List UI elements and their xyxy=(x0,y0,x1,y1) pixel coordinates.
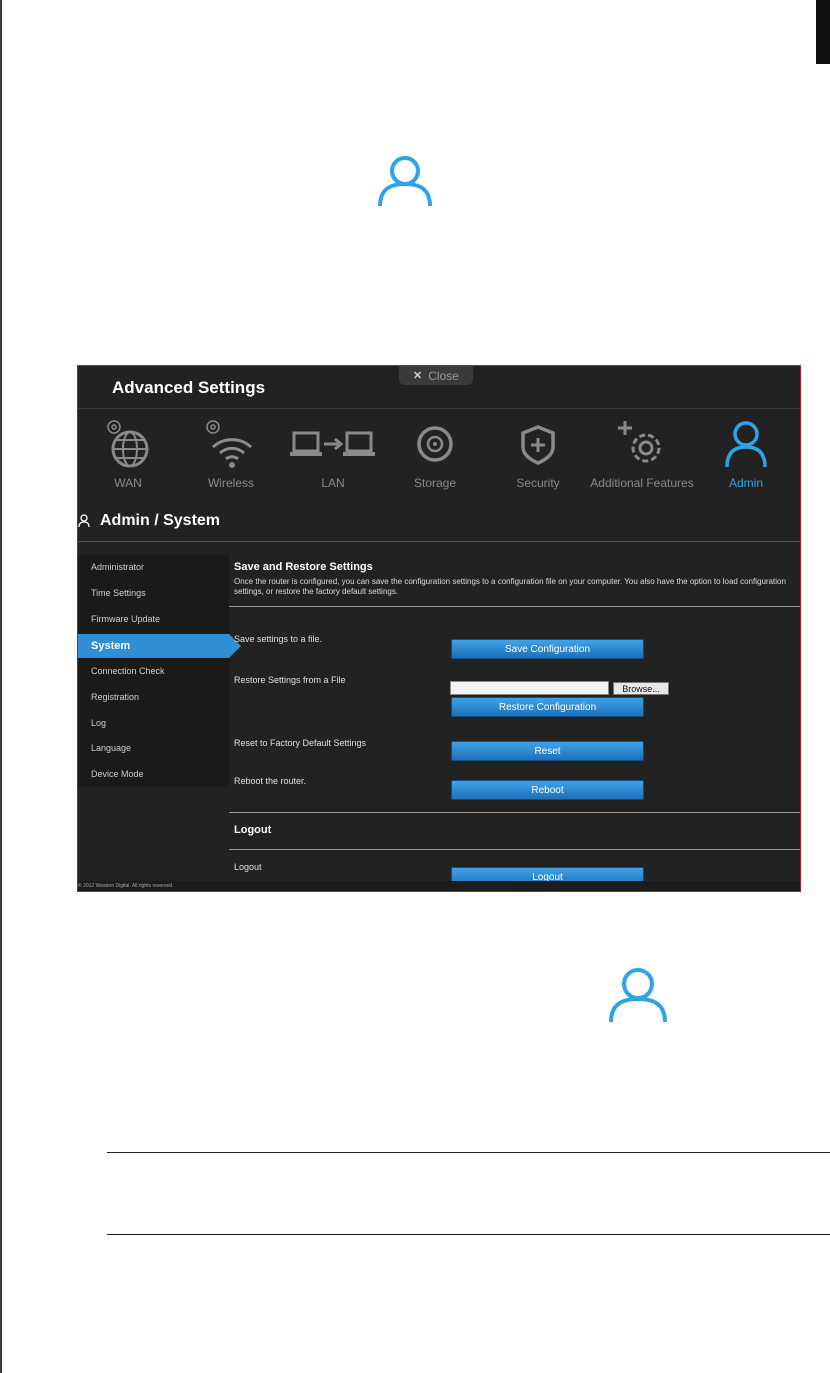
divider xyxy=(107,1152,830,1153)
sidebar-item-system[interactable]: System xyxy=(78,634,241,658)
page-heading-text: Admin / System xyxy=(100,512,221,529)
nav-label: Additional Features xyxy=(590,476,694,490)
disc-icon xyxy=(417,426,453,462)
reboot-label: Reboot the router. xyxy=(234,776,307,786)
restore-configuration-button[interactable]: Restore Configuration xyxy=(451,697,644,717)
close-label: Close xyxy=(428,368,459,383)
reset-label: Reset to Factory Default Settings xyxy=(234,738,367,748)
advanced-settings-panel: ✕ Close Advanced Settings WAN Wireless L… xyxy=(77,365,801,892)
shield-plus-icon xyxy=(521,425,555,465)
divider xyxy=(229,606,800,607)
nav-item-admin[interactable]: Admin xyxy=(691,409,800,495)
divider xyxy=(229,812,800,813)
divider xyxy=(78,541,800,542)
nav-item-security[interactable]: Security xyxy=(483,409,593,495)
admin-user-icon xyxy=(378,156,432,207)
panel-title: Advanced Settings xyxy=(112,378,266,397)
divider xyxy=(107,1234,830,1235)
computers-arrow-icon xyxy=(290,431,375,456)
save-settings-label: Save settings to a file. xyxy=(234,634,323,644)
nav-item-additional-features[interactable]: Additional Features xyxy=(587,409,697,495)
sidebar-item-connection-check[interactable]: Connection Check xyxy=(78,659,229,683)
user-icon xyxy=(78,514,90,528)
copyright-footer: © 2012 Western Digital. All rights reser… xyxy=(78,881,800,891)
sidebar-item-language[interactable]: Language xyxy=(78,736,229,760)
logout-title: Logout xyxy=(234,824,272,836)
sidebar-item-administrator[interactable]: Administrator xyxy=(78,555,229,579)
restore-file-input[interactable] xyxy=(450,681,609,695)
nav-label: LAN xyxy=(321,476,345,490)
page-left-border xyxy=(0,0,2,1373)
gear-plus-icon xyxy=(618,421,661,463)
reboot-button[interactable]: Reboot xyxy=(451,780,644,800)
save-restore-description: Once the router is configured, you can s… xyxy=(234,577,786,596)
logout-label: Logout xyxy=(234,862,262,872)
page-heading: Admin / System xyxy=(78,512,220,530)
nav-label: Wireless xyxy=(207,476,254,490)
save-restore-title: Save and Restore Settings xyxy=(234,561,373,573)
nav-item-wireless[interactable]: Wireless xyxy=(176,409,286,495)
nav-label: Admin xyxy=(728,476,763,490)
admin-user-icon xyxy=(609,968,667,1023)
restore-settings-label: Restore Settings from a File xyxy=(234,675,346,685)
reset-button[interactable]: Reset xyxy=(451,741,644,761)
settings-nav: WAN Wireless LAN Storage Security Additi… xyxy=(78,408,800,495)
nav-label: Storage xyxy=(413,476,457,490)
wifi-gear-icon xyxy=(206,420,253,468)
sidebar-item-log[interactable]: Log xyxy=(78,711,229,735)
nav-label: Security xyxy=(516,476,560,490)
globe-gear-icon xyxy=(107,420,149,468)
sidebar-item-time-settings[interactable]: Time Settings xyxy=(78,581,229,605)
close-button[interactable]: ✕ Close xyxy=(399,366,473,385)
admin-sidebar: Administrator Time Settings Firmware Upd… xyxy=(78,555,241,787)
nav-label: WAN xyxy=(114,476,142,490)
sidebar-item-device-mode[interactable]: Device Mode xyxy=(78,762,229,786)
sidebar-item-registration[interactable]: Registration xyxy=(78,685,229,709)
user-icon xyxy=(725,421,767,468)
close-icon: ✕ xyxy=(413,370,423,382)
divider xyxy=(229,849,800,850)
browse-button[interactable]: Browse... xyxy=(613,682,669,695)
nav-item-lan[interactable]: LAN xyxy=(278,409,388,495)
page-corner-tab xyxy=(816,0,830,64)
save-configuration-button[interactable]: Save Configuration xyxy=(451,639,644,659)
nav-item-wan[interactable]: WAN xyxy=(78,409,183,495)
nav-item-storage[interactable]: Storage xyxy=(380,409,490,495)
sidebar-item-firmware-update[interactable]: Firmware Update xyxy=(78,607,229,631)
